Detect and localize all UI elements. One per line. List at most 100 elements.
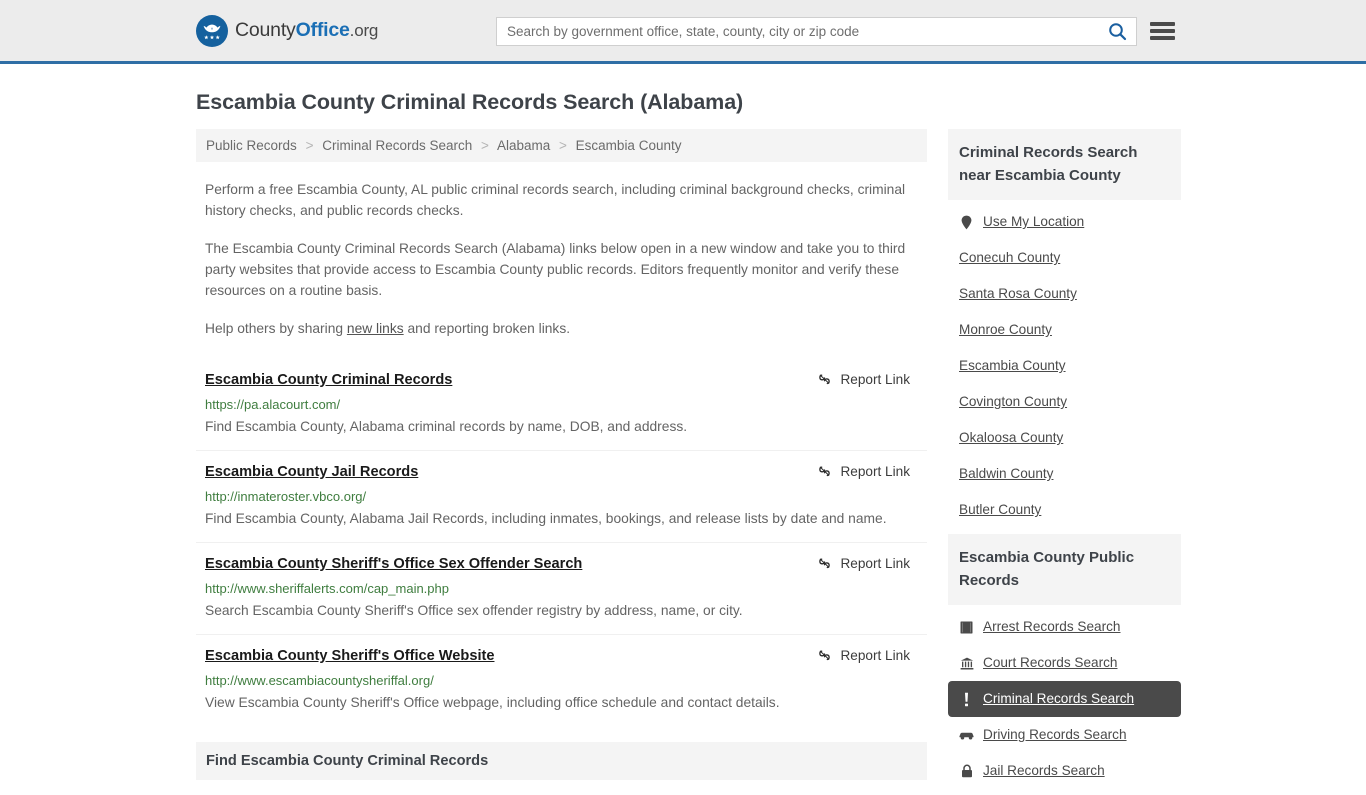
broken-link-icon — [819, 558, 831, 569]
sidebar-item-label: Baldwin County — [959, 466, 1054, 481]
site-logo[interactable]: CountyOffice.org — [196, 14, 378, 47]
sidebar-item-label: Butler County — [959, 502, 1042, 517]
intro-text: Perform a free Escambia County, AL publi… — [196, 179, 927, 339]
sidebar-item-label: Criminal Records Search — [983, 691, 1135, 706]
sidebar-item-label: Escambia County — [959, 358, 1066, 373]
breadcrumb-item-public-records[interactable]: Public Records — [206, 138, 297, 153]
intro-p3-before: Help others by sharing — [205, 321, 347, 336]
sidebar-item-label: Conecuh County — [959, 250, 1061, 265]
sidebar-item-jail-records-search[interactable]: Jail Records Search — [948, 753, 1181, 789]
result-header: Escambia County Jail Records Report Link — [205, 463, 918, 482]
breadcrumb: Public Records > Criminal Records Search… — [196, 129, 927, 162]
results-list: Escambia County Criminal Records Report … — [196, 359, 927, 726]
public-records-heading: Escambia County Public Records — [959, 549, 1135, 589]
map-pin-icon — [959, 215, 974, 230]
fingerprint-card-icon — [959, 621, 974, 634]
sidebar-item-court-records-search[interactable]: Court Records Search — [948, 645, 1181, 681]
search-input[interactable] — [497, 18, 1098, 45]
brand-wordmark: CountyOffice.org — [235, 19, 378, 42]
new-links-link[interactable]: new links — [347, 321, 404, 336]
countyoffice-logo-icon — [196, 14, 228, 47]
result-title-link[interactable]: Escambia County Jail Records — [205, 463, 418, 482]
sidebar-item-conecuh-county[interactable]: Conecuh County — [948, 240, 1181, 276]
result-header: Escambia County Sheriff's Office Sex Off… — [205, 555, 918, 574]
sidebar-item-label: Driving Records Search — [983, 727, 1127, 742]
sidebar-item-covington-county[interactable]: Covington County — [948, 384, 1181, 420]
hamburger-bar-1 — [1150, 22, 1175, 26]
result-description: Search Escambia County Sheriff's Office … — [205, 603, 743, 618]
breadcrumb-separator: > — [481, 138, 489, 153]
site-header: CountyOffice.org — [0, 0, 1366, 64]
car-icon — [959, 730, 974, 741]
nearby-counties-heading: Criminal Records Search near Escambia Co… — [959, 144, 1138, 184]
public-records-panel-header: Escambia County Public Records — [948, 534, 1181, 605]
sidebar-item-okaloosa-county[interactable]: Okaloosa County — [948, 420, 1181, 456]
report-link-button[interactable]: Report Link — [817, 648, 910, 663]
report-link-label: Report Link — [840, 648, 910, 663]
sidebar-item-escambia-county[interactable]: Escambia County — [948, 348, 1181, 384]
sidebar-item-label: Santa Rosa County — [959, 286, 1077, 301]
sidebar-item-monroe-county[interactable]: Monroe County — [948, 312, 1181, 348]
sidebar-item-label: Court Records Search — [983, 655, 1118, 670]
public-records-panel: Escambia County Public Records Arrest Re… — [948, 534, 1181, 789]
sidebar-item-label: Okaloosa County — [959, 430, 1064, 445]
lock-icon — [959, 764, 974, 778]
broken-link-icon — [819, 374, 831, 385]
result-description: Find Escambia County, Alabama criminal r… — [205, 419, 688, 434]
page-body: Escambia County Criminal Records Search … — [0, 90, 1366, 795]
sidebar-item-label: Arrest Records Search — [983, 619, 1121, 634]
result-url: http://www.escambiacountysheriffal.org/ — [205, 673, 434, 688]
brand-tld: .org — [349, 21, 379, 40]
result-title-link[interactable]: Escambia County Sheriff's Office Website — [205, 647, 494, 666]
sidebar-item-baldwin-county[interactable]: Baldwin County — [948, 456, 1181, 492]
broken-link-icon — [819, 466, 831, 477]
search-bar — [496, 17, 1137, 46]
report-link-label: Report Link — [840, 372, 910, 387]
find-records-section-header: Find Escambia County Criminal Records — [196, 742, 927, 780]
main-content: Public Records > Criminal Records Search… — [196, 129, 927, 780]
courthouse-icon — [959, 657, 974, 670]
report-link-button[interactable]: Report Link — [817, 556, 910, 571]
sidebar-item-criminal-records-search[interactable]: Criminal Records Search — [948, 681, 1181, 717]
report-link-button[interactable]: Report Link — [817, 372, 910, 387]
nearby-counties-panel-header: Criminal Records Search near Escambia Co… — [948, 129, 1181, 200]
breadcrumb-item-escambia-county[interactable]: Escambia County — [576, 138, 682, 153]
result-item: Escambia County Sheriff's Office Website… — [196, 634, 927, 726]
sidebar-item-arrest-records-search[interactable]: Arrest Records Search — [948, 609, 1181, 645]
sidebar-item-label: Monroe County — [959, 322, 1052, 337]
sidebar-item-label: Covington County — [959, 394, 1068, 409]
content-columns: Public Records > Criminal Records Search… — [196, 129, 1366, 795]
result-description: View Escambia County Sheriff's Office we… — [205, 695, 780, 710]
result-title-link[interactable]: Escambia County Criminal Records — [205, 371, 452, 390]
breadcrumb-item-alabama[interactable]: Alabama — [497, 138, 550, 153]
hamburger-menu-icon[interactable] — [1150, 20, 1175, 42]
report-link-button[interactable]: Report Link — [817, 464, 910, 479]
brand-part1: County — [235, 19, 296, 41]
breadcrumb-separator: > — [559, 138, 567, 153]
sidebar-item-label: Use My Location — [983, 214, 1085, 229]
exclamation-icon — [959, 692, 974, 707]
find-records-heading: Find Escambia County Criminal Records — [206, 753, 489, 769]
result-item: Escambia County Criminal Records Report … — [196, 359, 927, 450]
result-url: https://pa.alacourt.com/ — [205, 397, 341, 412]
report-link-label: Report Link — [840, 556, 910, 571]
intro-paragraph-1: Perform a free Escambia County, AL publi… — [205, 182, 906, 218]
result-header: Escambia County Sheriff's Office Website… — [205, 647, 918, 666]
sidebar-item-driving-records-search[interactable]: Driving Records Search — [948, 717, 1181, 753]
intro-paragraph-2: The Escambia County Criminal Records Sea… — [205, 241, 906, 298]
nearby-counties-list: Use My Location Conecuh County Santa Ros… — [948, 200, 1181, 528]
broken-link-icon — [819, 650, 831, 661]
sidebar: Criminal Records Search near Escambia Co… — [948, 129, 1181, 795]
sidebar-item-butler-county[interactable]: Butler County — [948, 492, 1181, 528]
breadcrumb-item-criminal-records-search[interactable]: Criminal Records Search — [322, 138, 472, 153]
sidebar-item-use-my-location[interactable]: Use My Location — [948, 204, 1181, 240]
result-title-link[interactable]: Escambia County Sheriff's Office Sex Off… — [205, 555, 582, 574]
result-item: Escambia County Sheriff's Office Sex Off… — [196, 542, 927, 634]
result-item: Escambia County Jail Records Report Link… — [196, 450, 927, 542]
page-title: Escambia County Criminal Records Search … — [196, 90, 744, 114]
nearby-counties-panel: Criminal Records Search near Escambia Co… — [948, 129, 1181, 528]
search-button[interactable] — [1098, 18, 1136, 45]
breadcrumb-separator: > — [305, 138, 314, 153]
sidebar-item-santa-rosa-county[interactable]: Santa Rosa County — [948, 276, 1181, 312]
public-records-list: Arrest Records Search Court Records Sear… — [948, 605, 1181, 789]
